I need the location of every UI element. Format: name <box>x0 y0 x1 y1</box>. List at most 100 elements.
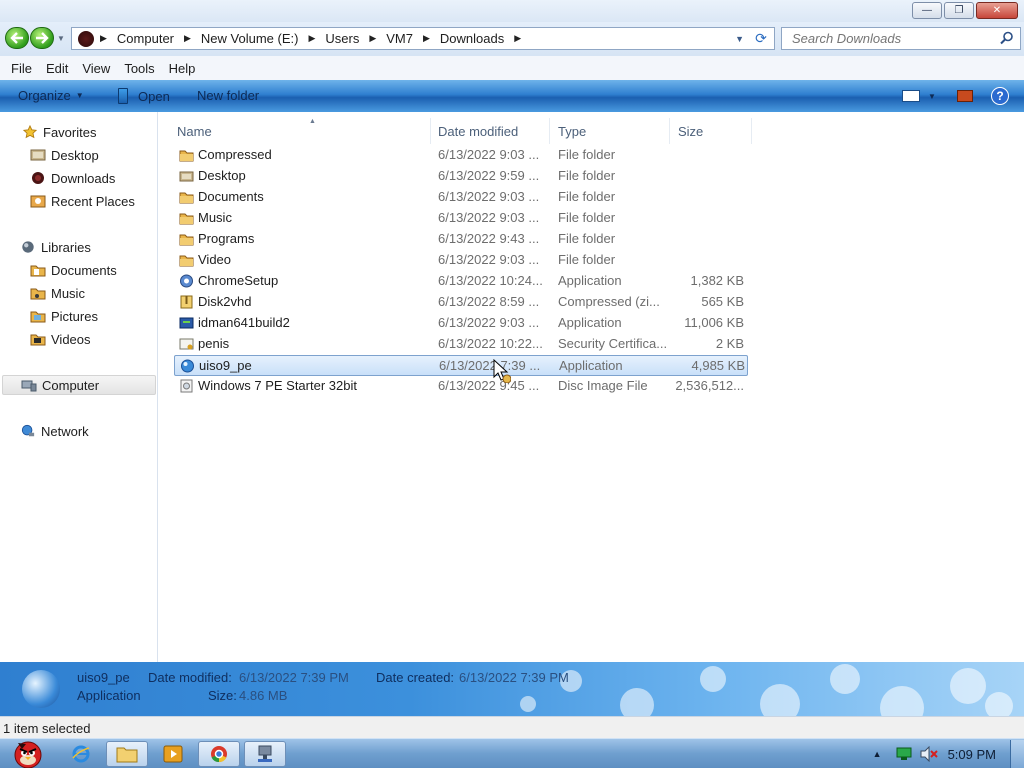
open-button[interactable]: Open <box>118 88 170 104</box>
nav-downloads[interactable]: Downloads <box>0 168 158 188</box>
nav-libraries[interactable]: Libraries <box>0 237 158 257</box>
organize-button[interactable]: Organize ▼ <box>18 88 84 103</box>
menu-tools[interactable]: Tools <box>117 61 161 76</box>
forward-button[interactable] <box>30 27 54 49</box>
back-button[interactable] <box>5 27 29 49</box>
column-name[interactable]: Name ▲ <box>171 118 431 144</box>
nav-music-label: Music <box>51 285 85 301</box>
file-row[interactable]: Music 6/13/2022 9:03 ... File folder <box>174 208 748 229</box>
details-modified-value: 6/13/2022 7:39 PM <box>239 670 349 685</box>
breadcrumb-volume[interactable]: New Volume (E:) <box>201 31 299 46</box>
nav-pictures[interactable]: Pictures <box>0 306 158 326</box>
file-size: 1,382 KB <box>690 273 745 288</box>
open-label: Open <box>138 88 170 104</box>
menu-help[interactable]: Help <box>162 61 203 76</box>
nav-videos-label: Videos <box>51 331 91 347</box>
file-size: 565 KB <box>701 294 744 309</box>
taskbar-network-app[interactable] <box>244 741 286 767</box>
chevron-right-icon[interactable]: ▶ <box>369 33 376 44</box>
breadcrumb-downloads[interactable]: Downloads <box>440 31 504 46</box>
taskbar-chrome[interactable] <box>198 741 240 767</box>
chevron-right-icon[interactable]: ▶ <box>308 33 315 44</box>
desktop-icon <box>30 149 46 161</box>
start-button[interactable] <box>4 733 48 768</box>
decorative-bubble <box>830 664 860 694</box>
media-player-icon <box>163 745 183 763</box>
search-box[interactable] <box>781 27 1021 50</box>
nav-favorites[interactable]: Favorites <box>0 122 158 142</box>
decorative-bubble <box>760 684 800 716</box>
change-view-button[interactable]: ▼ <box>902 86 936 106</box>
nav-documents[interactable]: Documents <box>0 260 158 280</box>
show-desktop-button[interactable] <box>1010 740 1024 768</box>
nav-recent-places[interactable]: Recent Places <box>0 191 158 211</box>
nav-videos[interactable]: Videos <box>0 329 158 349</box>
file-name: Disk2vhd <box>198 294 252 309</box>
file-row[interactable]: Disk2vhd 6/13/2022 8:59 ... Compressed (zi… <box>174 292 748 313</box>
details-created-label: Date created: <box>376 670 455 685</box>
nav-documents-label: Documents <box>51 262 117 278</box>
file-type: Disc Image File <box>558 378 648 393</box>
menu-file[interactable]: File <box>4 61 39 76</box>
file-row[interactable]: uiso9_pe 6/13/2022 7:39 ... Application 4,9… <box>174 355 748 376</box>
documents-icon <box>30 265 46 277</box>
column-type[interactable]: Type <box>552 118 670 144</box>
chevron-right-icon[interactable]: ▶ <box>514 33 521 44</box>
column-size[interactable]: Size <box>672 118 752 144</box>
file-row[interactable]: Video 6/13/2022 9:03 ... File folder <box>174 250 748 271</box>
file-row[interactable]: Desktop 6/13/2022 9:59 ... File folder <box>174 166 748 187</box>
search-icon[interactable] <box>1000 31 1014 45</box>
nav-downloads-label: Downloads <box>51 170 116 186</box>
new-folder-button[interactable]: New folder <box>197 88 259 103</box>
nav-desktop[interactable]: Desktop <box>0 145 158 165</box>
chevron-right-icon[interactable]: ▶ <box>100 33 107 44</box>
nav-network-label: Network <box>41 423 89 439</box>
pictures-icon <box>30 311 46 323</box>
restore-button[interactable]: ❐ <box>944 2 974 19</box>
open-icon <box>118 88 128 104</box>
recent-pages-dropdown[interactable]: ▼ <box>57 34 65 43</box>
taskbar-media-player[interactable] <box>152 741 194 767</box>
address-bar[interactable]: ▶ Computer ▶ New Volume (E:) ▶ Users ▶ VM7 ▶… <box>71 27 775 50</box>
menu-edit[interactable]: Edit <box>39 61 75 76</box>
chevron-right-icon[interactable]: ▶ <box>423 33 430 44</box>
file-name: Desktop <box>198 168 246 183</box>
decorative-bubble <box>950 668 986 704</box>
nav-network[interactable]: Network <box>0 421 158 441</box>
chevron-right-icon[interactable]: ▶ <box>184 33 191 44</box>
show-hidden-icons-icon[interactable]: ▲ <box>873 749 882 759</box>
breadcrumb-vm7[interactable]: VM7 <box>386 31 413 46</box>
taskbar-internet-explorer[interactable] <box>60 741 102 767</box>
nav-music[interactable]: Music <box>0 283 158 303</box>
libraries-icon <box>22 241 34 253</box>
taskbar-clock[interactable]: 5:09 PM <box>948 747 996 762</box>
address-history-dropdown[interactable]: ▼ <box>735 34 744 44</box>
nav-recent-places-label: Recent Places <box>51 193 135 209</box>
column-date-label: Date modified <box>438 123 519 139</box>
close-button[interactable]: ✕ <box>976 2 1018 19</box>
file-name: ChromeSetup <box>198 273 279 288</box>
music-icon <box>30 288 46 300</box>
breadcrumb-computer[interactable]: Computer <box>117 31 174 46</box>
file-row[interactable]: idman641build2 6/13/2022 9:03 ... Applicat… <box>174 313 748 334</box>
command-bar: Organize ▼ Open New folder ▼ ? <box>0 80 1024 112</box>
preview-pane-button[interactable] <box>957 86 973 106</box>
column-date-modified[interactable]: Date modified <box>432 118 550 144</box>
refresh-button[interactable]: ⟳ <box>752 30 770 47</box>
file-row[interactable]: Programs 6/13/2022 9:43 ... File folder <box>174 229 748 250</box>
file-row[interactable]: Windows 7 PE Starter 32bit 6/13/2022 9:45… <box>174 376 748 397</box>
network-status-icon[interactable] <box>896 747 912 761</box>
file-row[interactable]: Compressed 6/13/2022 9:03 ... File folder <box>174 145 748 166</box>
system-tray: ▲ 5:09 PM <box>873 739 1024 768</box>
file-row[interactable]: penis 6/13/2022 10:22... Security Certific… <box>174 334 748 355</box>
help-button[interactable]: ? <box>991 86 1009 106</box>
file-row[interactable]: Documents 6/13/2022 9:03 ... File folder <box>174 187 748 208</box>
minimize-button[interactable]: — <box>912 2 942 19</box>
taskbar-windows-explorer[interactable] <box>106 741 148 767</box>
volume-muted-icon[interactable] <box>920 746 938 762</box>
search-input[interactable] <box>792 31 992 46</box>
file-row[interactable]: ChromeSetup 6/13/2022 10:24... Application… <box>174 271 748 292</box>
breadcrumb-users[interactable]: Users <box>325 31 359 46</box>
nav-computer[interactable]: Computer <box>2 375 156 395</box>
menu-view[interactable]: View <box>75 61 117 76</box>
